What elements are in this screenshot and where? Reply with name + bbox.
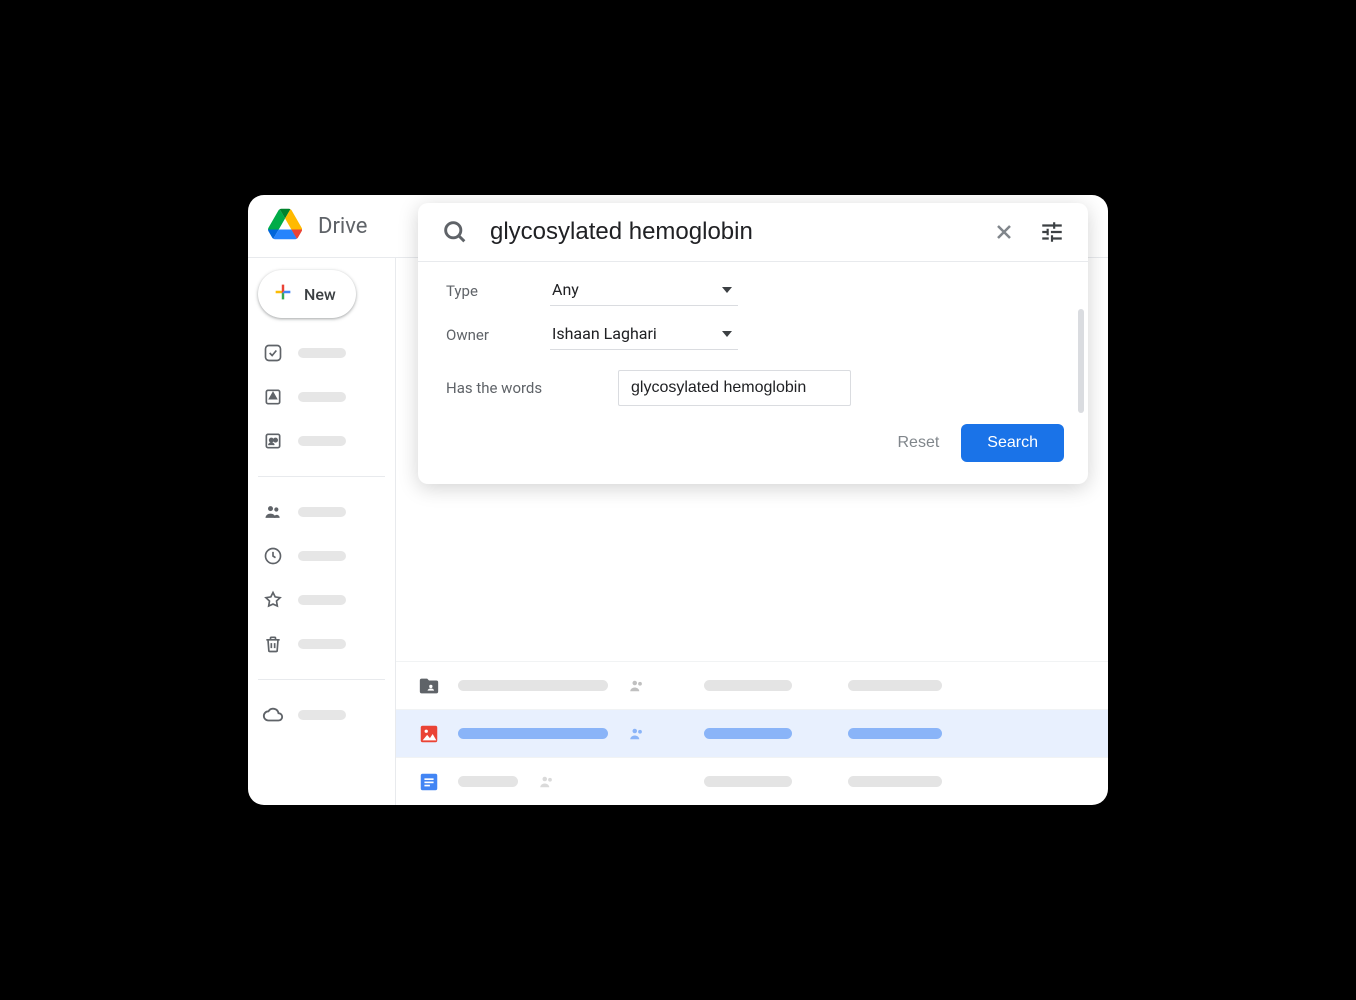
drive-window: Drive New — [248, 195, 1108, 805]
shared-indicator-icon — [626, 723, 648, 745]
sidebar-group-3 — [258, 688, 385, 742]
file-col-placeholder — [848, 680, 942, 691]
sidebar-item[interactable] — [258, 424, 385, 458]
file-list — [396, 661, 1108, 805]
shared-drives-icon — [262, 430, 284, 452]
filter-owner-value: Ishaan Laghari — [552, 324, 657, 343]
filter-words-input[interactable] — [618, 370, 851, 406]
file-col-placeholder — [848, 728, 942, 739]
sidebar-item-label — [298, 392, 346, 402]
app-title: Drive — [318, 214, 367, 239]
file-name-placeholder — [458, 728, 608, 739]
search-button[interactable]: Search — [961, 424, 1064, 462]
search-filters: Type Any Owner Ishaan Laghari Has the wo… — [418, 262, 1088, 414]
sidebar-item-label — [298, 551, 346, 561]
file-col-placeholder — [704, 728, 792, 739]
drive-logo-icon — [268, 207, 302, 245]
sidebar-item-label — [298, 348, 346, 358]
sidebar-item[interactable] — [258, 495, 385, 529]
plus-icon — [272, 281, 294, 307]
filter-owner-row: Owner Ishaan Laghari — [446, 320, 1060, 350]
sidebar-item[interactable] — [258, 336, 385, 370]
search-input[interactable] — [490, 218, 970, 246]
sidebar-item[interactable] — [258, 627, 385, 661]
clear-search-button[interactable] — [990, 218, 1018, 246]
filter-owner-select[interactable]: Ishaan Laghari — [550, 320, 738, 350]
my-drive-icon — [262, 386, 284, 408]
sidebar-item[interactable] — [258, 583, 385, 617]
chevron-down-icon — [722, 287, 732, 293]
filter-words-label: Has the words — [446, 379, 596, 397]
new-button-label: New — [304, 285, 336, 304]
sidebar-item-label — [298, 639, 346, 649]
search-panel: Type Any Owner Ishaan Laghari Has the wo… — [418, 203, 1088, 484]
sidebar-item-label — [298, 436, 346, 446]
filter-type-label: Type — [446, 282, 528, 300]
filter-type-value: Any — [552, 280, 579, 299]
sidebar-item-label — [298, 710, 346, 720]
shared-indicator-icon — [626, 675, 648, 697]
sidebar-item[interactable] — [258, 539, 385, 573]
search-bar — [418, 203, 1088, 261]
sidebar-item[interactable] — [258, 698, 385, 732]
search-actions: Reset Search — [418, 414, 1088, 484]
image-file-icon — [418, 723, 440, 745]
sidebar-item[interactable] — [258, 380, 385, 414]
star-icon — [262, 589, 284, 611]
search-options-icon[interactable] — [1038, 218, 1066, 246]
chevron-down-icon — [722, 331, 732, 337]
reset-button[interactable]: Reset — [898, 434, 940, 452]
filter-words-row: Has the words — [446, 370, 1060, 406]
sidebar-item-label — [298, 595, 346, 605]
sidebar-group-2 — [258, 485, 385, 671]
filter-type-row: Type Any — [446, 276, 1060, 306]
file-col-placeholder — [704, 776, 792, 787]
file-row[interactable] — [396, 661, 1108, 709]
sidebar-item-label — [298, 507, 346, 517]
priority-check-icon — [262, 342, 284, 364]
folder-shared-icon — [418, 675, 440, 697]
shared-indicator-icon — [536, 771, 558, 793]
trash-icon — [262, 633, 284, 655]
filter-type-select[interactable]: Any — [550, 276, 738, 306]
filter-owner-label: Owner — [446, 326, 528, 344]
file-name-placeholder — [458, 776, 518, 787]
scrollbar-thumb[interactable] — [1078, 309, 1084, 413]
file-name-placeholder — [458, 680, 608, 691]
file-col-placeholder — [704, 680, 792, 691]
file-row[interactable] — [396, 757, 1108, 805]
file-col-placeholder — [848, 776, 942, 787]
storage-cloud-icon — [262, 704, 284, 726]
recent-icon — [262, 545, 284, 567]
shared-with-me-icon — [262, 501, 284, 523]
docs-file-icon — [418, 771, 440, 793]
sidebar-group-1 — [258, 326, 385, 468]
new-button[interactable]: New — [258, 270, 356, 318]
search-icon — [440, 217, 470, 247]
file-row-selected[interactable] — [396, 709, 1108, 757]
sidebar: New — [248, 258, 396, 805]
